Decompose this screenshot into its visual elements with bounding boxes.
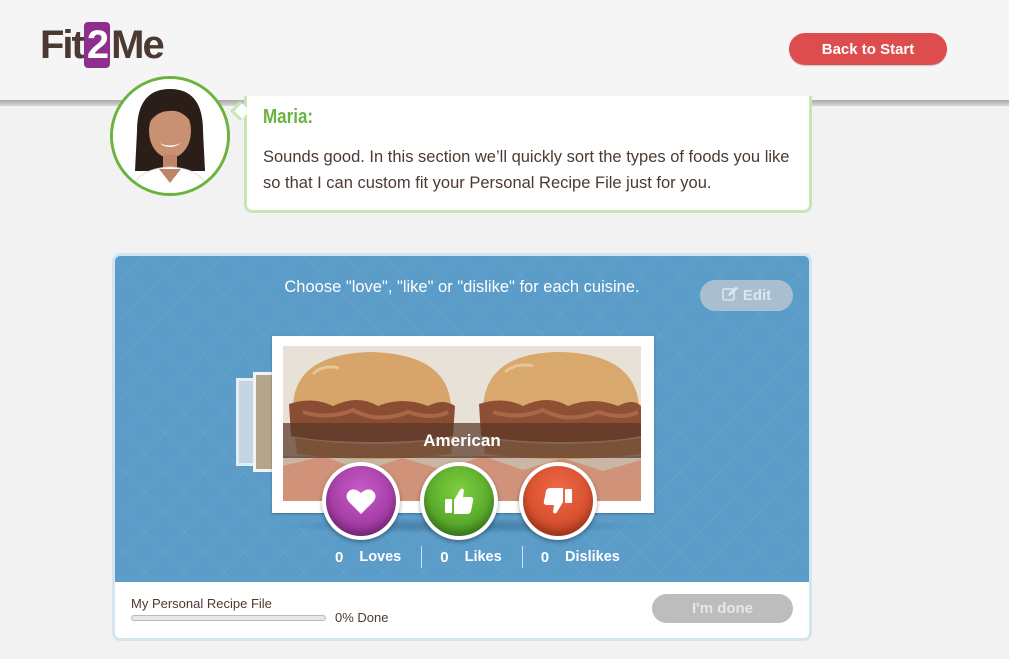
progress-percent: 0% Done bbox=[335, 610, 389, 625]
fit2me-logo[interactable]: Fit 2 Me bbox=[40, 22, 165, 68]
vote-counts: 0 Loves 0 Likes 0 Dislikes bbox=[323, 544, 640, 570]
thumbs-up-icon bbox=[445, 488, 474, 514]
recipe-file-label: My Personal Recipe File bbox=[131, 596, 272, 611]
back-to-start-button[interactable]: Back to Start bbox=[789, 33, 947, 65]
thumbs-down-icon bbox=[543, 488, 572, 514]
cuisine-name: American bbox=[283, 423, 641, 458]
coach-avatar bbox=[110, 76, 230, 196]
likes-count: 0 Likes bbox=[421, 546, 521, 568]
edit-icon bbox=[722, 286, 739, 305]
love-button[interactable] bbox=[322, 462, 400, 540]
dislike-button[interactable] bbox=[519, 462, 597, 540]
coach-name: Maria: bbox=[263, 106, 314, 128]
coach-portrait-image bbox=[113, 79, 227, 193]
loves-count: 0 Loves bbox=[335, 548, 402, 566]
dislikes-count: 0 Dislikes bbox=[521, 546, 640, 568]
heart-icon bbox=[346, 488, 376, 514]
im-done-button[interactable]: I'm done bbox=[652, 594, 793, 623]
coach-message: Sounds good. In this section we’ll quick… bbox=[263, 148, 790, 192]
edit-button[interactable]: Edit bbox=[700, 280, 793, 311]
recipe-file-progress-bar bbox=[131, 615, 326, 621]
like-button[interactable] bbox=[420, 462, 498, 540]
sorter-stage: Choose "love", "like" or "dislike" for e… bbox=[115, 256, 809, 582]
cuisine-sorter-panel: Choose "love", "like" or "dislike" for e… bbox=[112, 253, 812, 641]
